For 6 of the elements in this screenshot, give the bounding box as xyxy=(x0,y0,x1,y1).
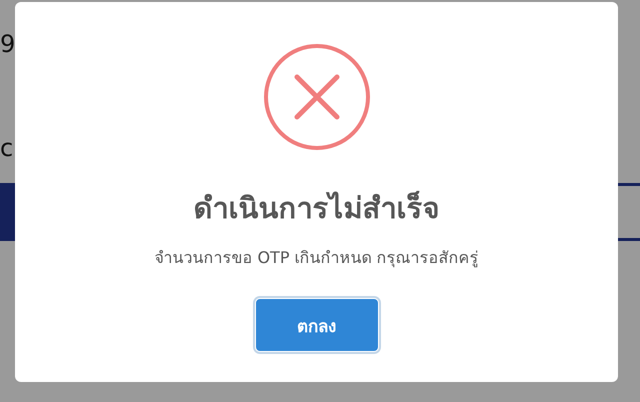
background-text: c xyxy=(0,134,14,164)
dialog-title: ดำเนินการไม่สำเร็จ xyxy=(194,190,440,227)
error-icon xyxy=(262,43,370,151)
background-text: 9 xyxy=(0,30,16,60)
ok-button[interactable]: ตกลง xyxy=(254,298,378,352)
dialog-message: จำนวนการขอ OTP เกินกำหนด กรุณารอสักครู่ xyxy=(154,247,479,270)
